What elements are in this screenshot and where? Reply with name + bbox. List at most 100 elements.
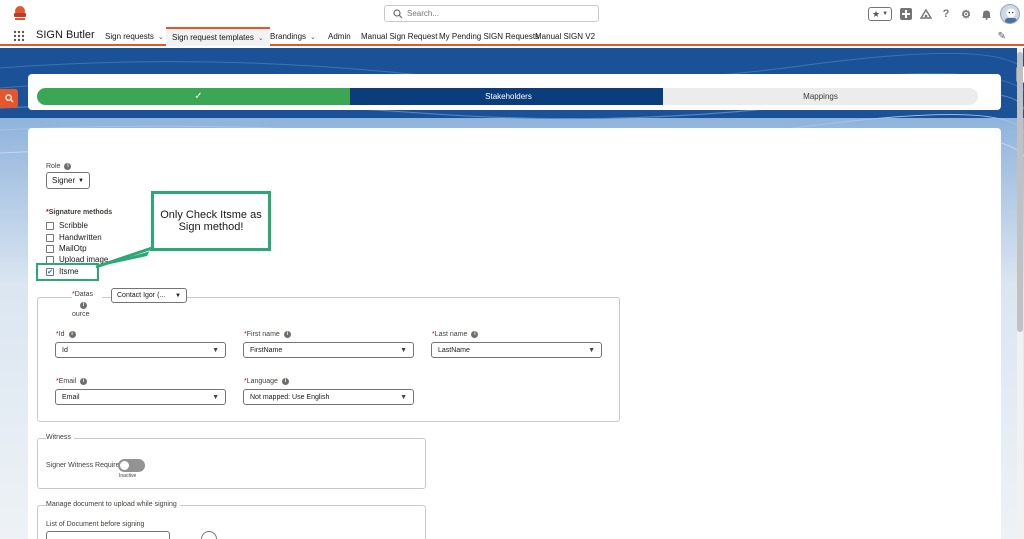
nav-tab-sign-requests[interactable]: Sign requests ⌄ [105, 27, 164, 46]
sign-butler-logo-icon[interactable] [10, 4, 30, 22]
page-scrollbar[interactable] [1017, 48, 1023, 539]
chevron-down-icon[interactable]: ⌄ [158, 33, 164, 41]
info-icon[interactable]: i [80, 378, 88, 385]
step-complete[interactable]: ✓ [37, 88, 360, 105]
caret-down-icon: ▼ [400, 346, 407, 354]
last-name-label-text: Last name [434, 331, 468, 338]
nav-tab-my-pending-sign-requests[interactable]: My Pending SIGN Requests [439, 27, 539, 46]
caret-down-icon: ▼ [78, 177, 84, 184]
id-select[interactable]: Id ▼ [55, 342, 226, 358]
checkbox-label: MailOtp [59, 244, 87, 253]
language-label-text: Language [246, 378, 278, 385]
document-list-select[interactable] [46, 531, 170, 539]
role-value: Signer [52, 176, 76, 185]
progress-card: ✓ Stakeholders Mappings [28, 74, 1001, 110]
first-name-field-label: *First name i [244, 331, 291, 338]
global-search[interactable] [384, 5, 599, 22]
info-icon[interactable]: i [281, 378, 289, 385]
language-field-label: *Language i [244, 378, 289, 385]
callout-text: Only Check Itsme as Sign method! [160, 209, 262, 233]
documents-title: Manage document to upload while signing [46, 501, 180, 508]
signature-methods-label-text: Signature methods [48, 209, 113, 216]
info-icon[interactable]: i [471, 331, 479, 338]
document-list-label-text: List of Document before signing [46, 521, 145, 528]
nav-tab-label: Sign request templates [172, 33, 254, 42]
nav-tab-manual-sign-request[interactable]: Manual Sign Request [361, 27, 438, 46]
checkbox[interactable] [46, 221, 54, 230]
nav-tab-admin[interactable]: Admin [328, 27, 351, 46]
role-select[interactable]: Signer ▼ [46, 172, 90, 189]
app-name: SIGN Butler [36, 29, 95, 41]
checkbox[interactable] [46, 233, 54, 242]
nav-tab-label: Admin [328, 32, 351, 41]
add-icon[interactable] [900, 8, 912, 20]
header-utilities: ★ ▼ ? ⚙ [868, 4, 1020, 24]
edit-nav-icon[interactable]: ✎ [998, 31, 1006, 42]
bell-icon[interactable] [980, 8, 992, 20]
email-select[interactable]: Email ▼ [55, 389, 226, 405]
star-icon: ★ [871, 8, 881, 19]
info-icon[interactable]: i [68, 331, 76, 338]
first-name-select[interactable]: FirstName ▼ [243, 342, 414, 358]
nav-tab-label: Sign requests [105, 32, 154, 41]
checkbox-label: Scribble [59, 221, 88, 230]
email-value: Email [62, 393, 80, 401]
info-icon[interactable]: i [283, 331, 291, 338]
check-icon: ✓ [194, 91, 203, 102]
favorites-button[interactable]: ★ ▼ [868, 7, 892, 21]
witness-title: Witness [46, 434, 74, 441]
chevron-down-icon[interactable]: ⌄ [258, 34, 264, 42]
datasource-select[interactable]: Contact Igor (... ▼ [111, 288, 187, 303]
last-name-select[interactable]: LastName ▼ [431, 342, 602, 358]
last-name-field-label: *Last name i [432, 331, 479, 338]
info-icon[interactable]: i [80, 302, 87, 309]
info-icon[interactable]: i [64, 163, 72, 170]
app-launcher-icon[interactable] [13, 30, 25, 42]
search-side-tab[interactable] [0, 89, 18, 108]
nav-tab-label: Manual SIGN V2 [535, 32, 596, 41]
search-icon [4, 94, 14, 103]
chevron-down-icon: ▼ [882, 11, 889, 17]
witness-toggle-label-text: Signer Witness Required [46, 462, 124, 469]
gear-icon[interactable]: ⚙ [960, 8, 972, 21]
datasource-label: *Datas i ource [72, 290, 102, 320]
search-input[interactable] [407, 7, 592, 20]
witness-required-toggle[interactable] [118, 459, 145, 472]
datasource-label-line2: ource [72, 311, 90, 318]
step-mappings[interactable]: Mappings [663, 88, 978, 105]
first-name-value: FirstName [250, 346, 283, 354]
email-label-text: Email [58, 378, 77, 385]
nav-tab-manual-sign-v2[interactable]: Manual SIGN V2 [535, 27, 595, 46]
checkbox[interactable] [46, 244, 54, 253]
nav-tab-label: My Pending SIGN Requests [439, 32, 540, 41]
toggle-state-text: Inactive [119, 473, 137, 479]
signature-method-mailotp[interactable]: MailOtp [46, 244, 87, 253]
chevron-down-icon[interactable]: ⌄ [310, 33, 316, 41]
nav-tab-label: Manual Sign Request [361, 32, 438, 41]
last-name-value: LastName [438, 346, 470, 354]
id-field-label: *Id i [56, 331, 76, 338]
nav-tab-sign-request-templates[interactable]: Sign request templates ⌄ [166, 27, 270, 46]
datasource-label-line1: Datas [74, 291, 94, 298]
help-icon[interactable]: ? [940, 8, 952, 20]
datasource-value: Contact Igor (... [117, 292, 166, 299]
step-stakeholders[interactable]: Stakeholders [350, 88, 667, 105]
trailhead-icon[interactable] [920, 8, 932, 20]
email-field-label: *Email i [56, 378, 88, 385]
first-name-label-text: First name [246, 331, 280, 338]
language-select[interactable]: Not mapped: Use English ▼ [243, 389, 414, 405]
callout-pointer [95, 242, 154, 269]
nav-tab-label: Brandings [270, 32, 307, 41]
search-icon [393, 9, 403, 19]
signature-methods-label: *Signature methods [46, 209, 113, 216]
caret-down-icon: ▼ [588, 346, 595, 354]
app-nav-bar: SIGN Butler Sign requests ⌄ Sign request… [0, 27, 1024, 46]
user-avatar[interactable] [1000, 4, 1020, 24]
global-header: ★ ▼ ? ⚙ [0, 0, 1024, 27]
scrollbar-thumb[interactable] [1017, 52, 1023, 332]
role-label-text: Role [46, 163, 61, 170]
nav-tab-brandings[interactable]: Brandings ⌄ [270, 27, 316, 46]
language-value: Not mapped: Use English [250, 393, 330, 401]
caret-down-icon: ▼ [400, 393, 407, 401]
signature-method-scribble[interactable]: Scribble [46, 221, 88, 230]
